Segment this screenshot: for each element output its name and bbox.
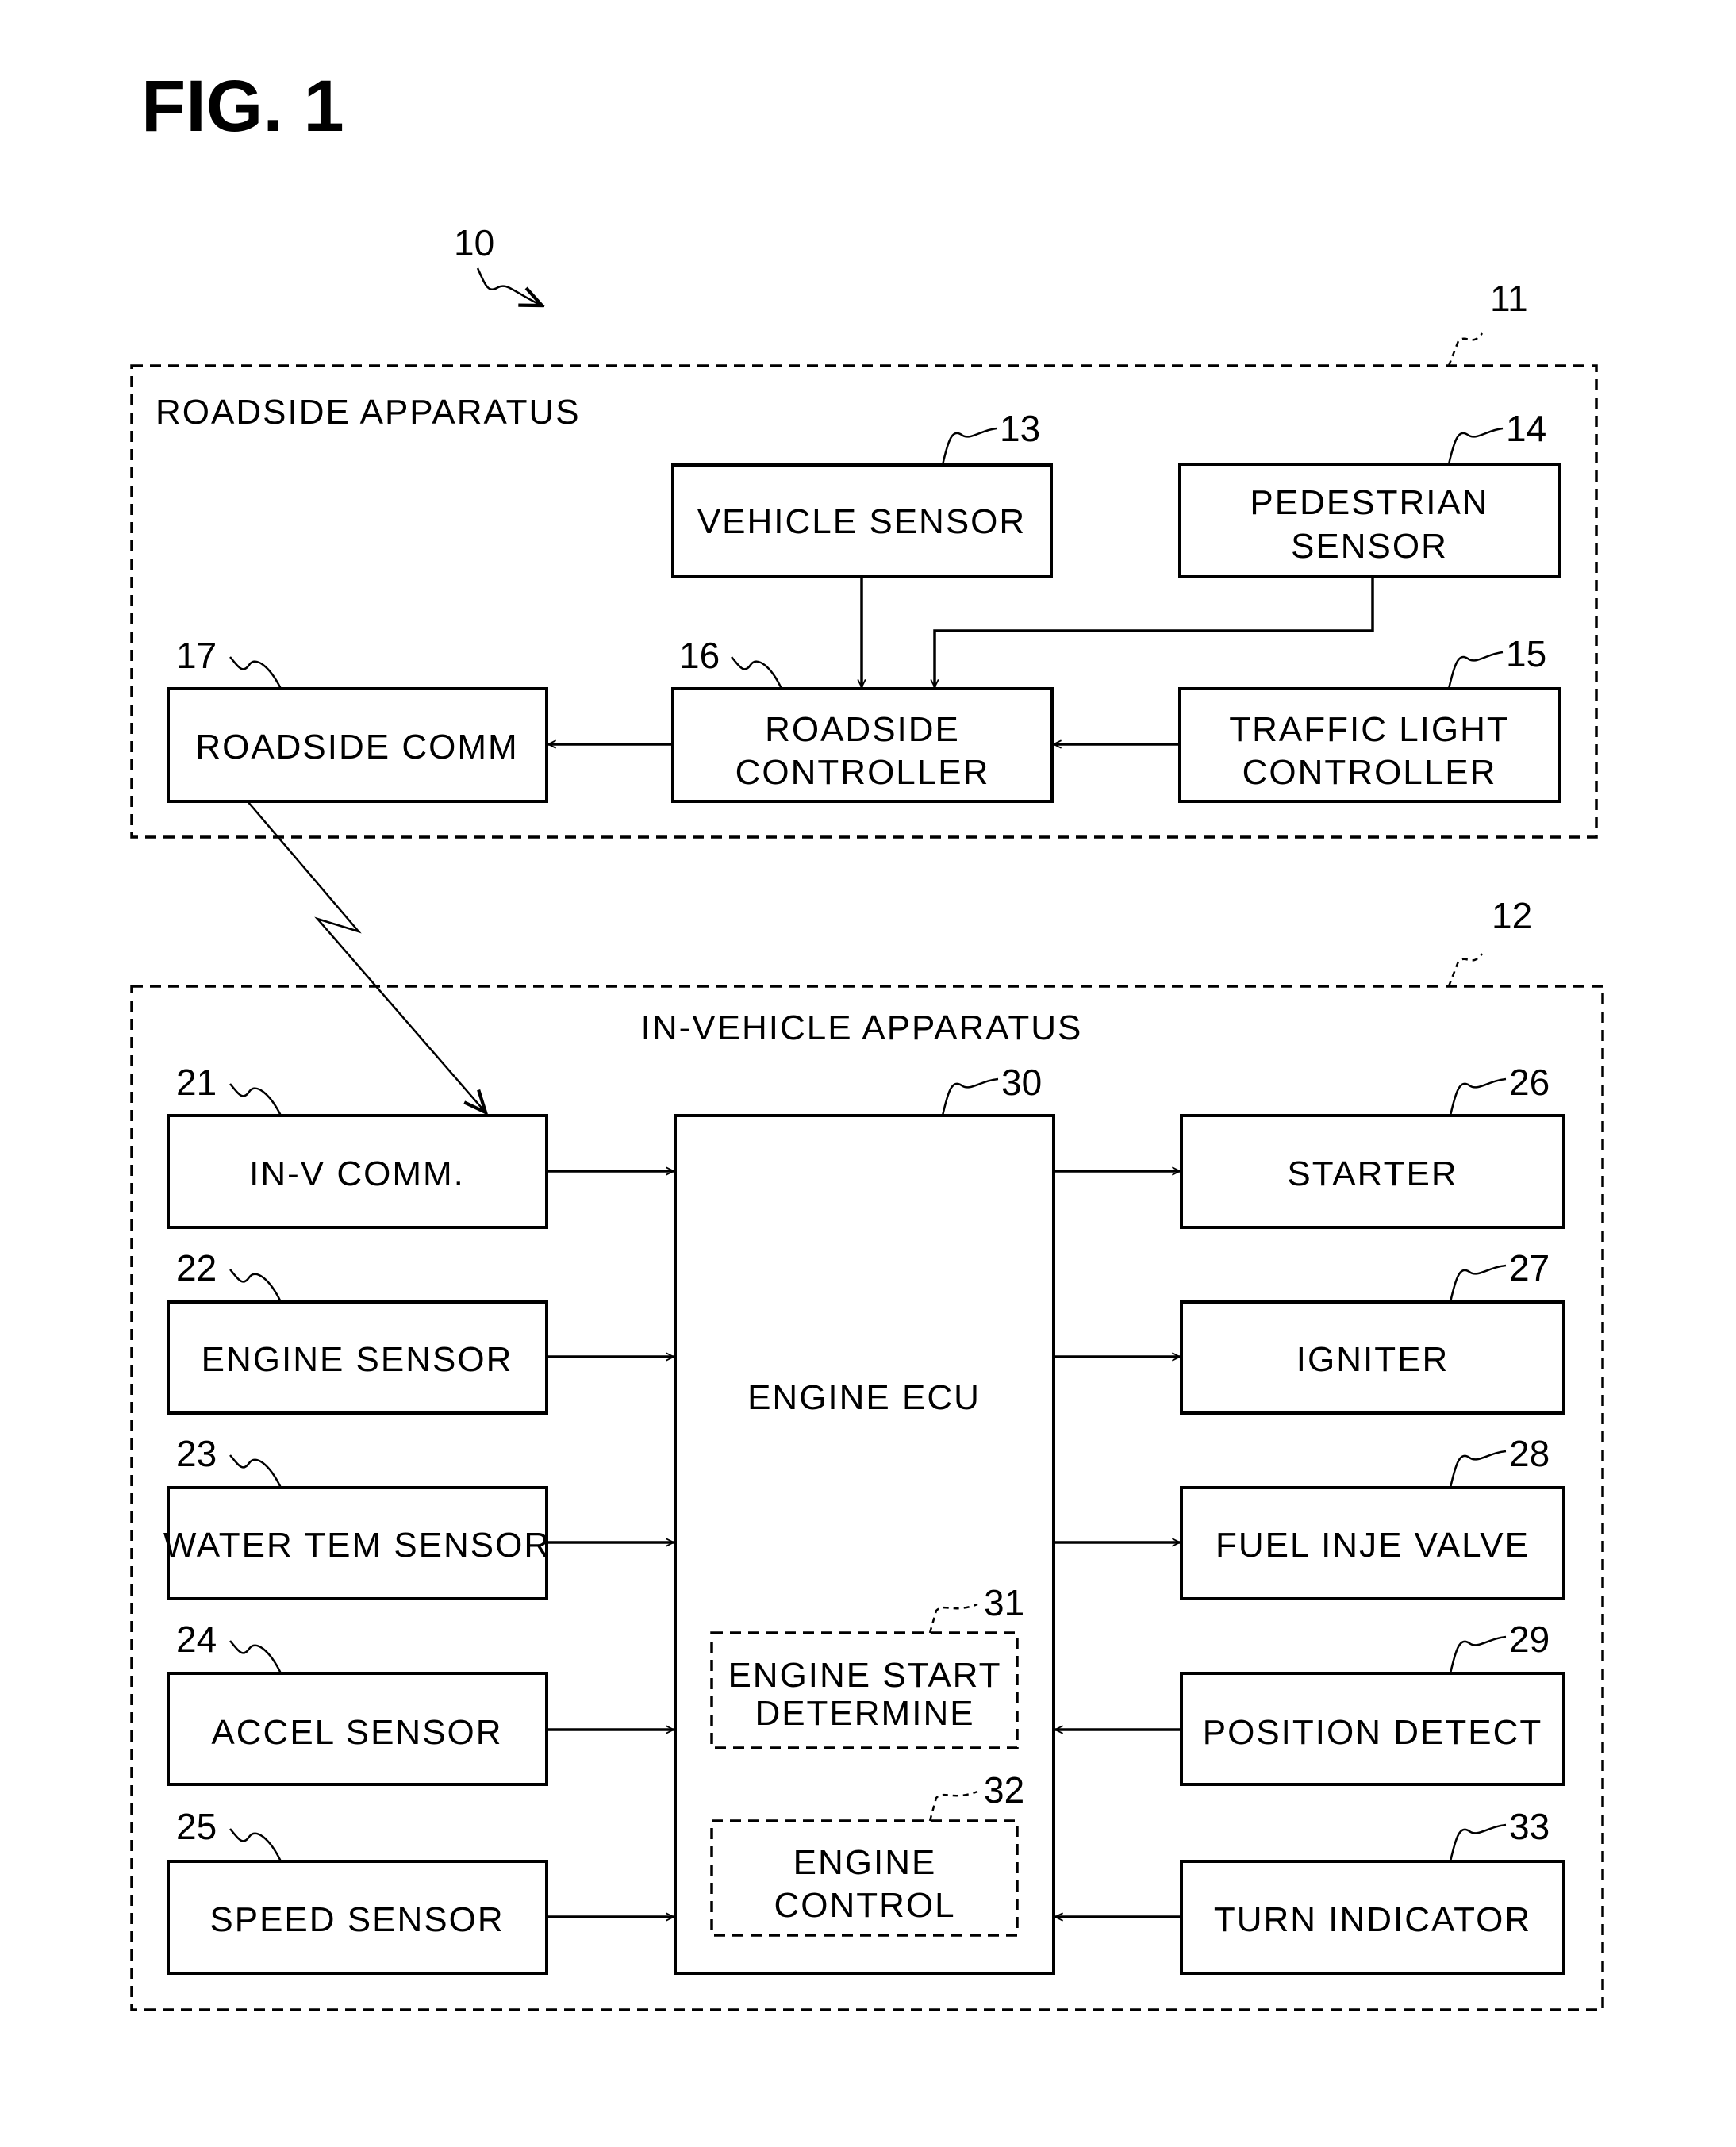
ref-number: 29 bbox=[1509, 1619, 1550, 1660]
block-label: IN-V COMM. bbox=[249, 1154, 465, 1193]
leader-line bbox=[229, 656, 282, 689]
roadside-comm-block[interactable]: ROADSIDE COMM 17 bbox=[167, 635, 548, 803]
system-reference: 10 bbox=[454, 222, 542, 305]
output-block-starter[interactable]: STARTER 26 bbox=[1054, 1062, 1565, 1229]
leader-line bbox=[1449, 1635, 1507, 1674]
ref-number: 22 bbox=[176, 1247, 217, 1289]
traffic-light-controller-block[interactable]: TRAFFIC LIGHT CONTROLLER 15 bbox=[1178, 633, 1561, 803]
ref-number: 21 bbox=[176, 1062, 217, 1103]
ref-number: 13 bbox=[1000, 408, 1040, 449]
ref-number: 33 bbox=[1509, 1806, 1550, 1847]
leader-line bbox=[229, 1640, 282, 1674]
ref-number: 14 bbox=[1506, 408, 1546, 449]
ref-number: 17 bbox=[176, 635, 217, 676]
leader-line bbox=[229, 1269, 282, 1303]
block-label: ROADSIDE COMM bbox=[195, 728, 518, 766]
input-block-water-temp-sensor[interactable]: WATER TEM SENSOR 23 bbox=[163, 1433, 674, 1600]
block-label: SPEED SENSOR bbox=[209, 1900, 504, 1939]
vehicle-sensor-block[interactable]: VEHICLE SENSOR 13 bbox=[671, 408, 1053, 578]
ref-number: 32 bbox=[984, 1769, 1024, 1811]
leader-line bbox=[1447, 953, 1484, 987]
input-block-engine-sensor[interactable]: ENGINE SENSOR 22 bbox=[167, 1247, 674, 1415]
block-label: CONTROLLER bbox=[1242, 753, 1497, 792]
leader-line bbox=[1449, 1264, 1507, 1303]
leader-line bbox=[941, 1077, 999, 1116]
block-label: STARTER bbox=[1287, 1154, 1458, 1193]
input-block-in-v-comm[interactable]: IN-V COMM. 21 bbox=[167, 1062, 674, 1229]
in-vehicle-apparatus-group: IN-VEHICLE APPARATUS 12 IN-V COMM. 21 EN… bbox=[130, 895, 1604, 2011]
input-block-position-detect[interactable]: POSITION DETECT 29 bbox=[1055, 1619, 1565, 1786]
leader-line bbox=[1447, 427, 1504, 465]
in-vehicle-apparatus-title: IN-VEHICLE APPARATUS bbox=[641, 1008, 1083, 1047]
block-label: SENSOR bbox=[1291, 527, 1448, 566]
pedestrian-sensor-block[interactable]: PEDESTRIAN SENSOR 14 bbox=[1178, 408, 1561, 578]
block-label: FUEL INJE VALVE bbox=[1216, 1526, 1530, 1565]
block-label: VEHICLE SENSOR bbox=[697, 502, 1026, 541]
leader-arrow-icon bbox=[476, 267, 542, 305]
block-label: TURN INDICATOR bbox=[1214, 1900, 1531, 1939]
roadside-apparatus-title: ROADSIDE APPARATUS bbox=[156, 393, 581, 432]
leader-line bbox=[1449, 1823, 1507, 1862]
leader-line bbox=[229, 1083, 282, 1116]
block-label: IGNITER bbox=[1296, 1340, 1449, 1379]
ref-number: 12 bbox=[1492, 895, 1532, 936]
block-label: POSITION DETECT bbox=[1203, 1713, 1542, 1752]
block-label: ROADSIDE bbox=[765, 710, 960, 749]
block-label: TRAFFIC LIGHT bbox=[1229, 710, 1510, 749]
block-label: ENGINE SENSOR bbox=[202, 1340, 513, 1379]
ref-number: 15 bbox=[1506, 633, 1546, 674]
ref-number: 23 bbox=[176, 1433, 217, 1474]
leader-line bbox=[941, 427, 997, 466]
leader-line bbox=[229, 1828, 282, 1862]
leader-line bbox=[229, 1454, 282, 1488]
block-label: WATER TEM SENSOR bbox=[163, 1526, 551, 1565]
ref-number: 24 bbox=[176, 1619, 217, 1660]
output-block-fuel-injection-valve[interactable]: FUEL INJE VALVE 28 bbox=[1054, 1433, 1565, 1600]
roadside-apparatus-group: ROADSIDE APPARATUS 11 VEHICLE SENSOR 13 … bbox=[130, 278, 1598, 839]
ref-number: 28 bbox=[1509, 1433, 1550, 1474]
block-label: ENGINE ECU bbox=[747, 1378, 981, 1417]
leader-line bbox=[1447, 651, 1504, 689]
input-block-turn-indicator[interactable]: TURN INDICATOR 33 bbox=[1055, 1806, 1565, 1975]
module-label: DETERMINE bbox=[755, 1694, 974, 1733]
input-block-accel-sensor[interactable]: ACCEL SENSOR 24 bbox=[167, 1619, 674, 1786]
block-label: CONTROLLER bbox=[735, 753, 990, 792]
ref-number: 25 bbox=[176, 1806, 217, 1847]
leader-line bbox=[1447, 332, 1484, 367]
block-diagram: FIG. 1 10 ROADSIDE APPARATUS 11 VEHICLE … bbox=[130, 66, 1604, 2011]
connector-pedestrian-to-controller bbox=[935, 577, 1374, 687]
figure-title: FIG. 1 bbox=[141, 66, 344, 147]
engine-ecu-block[interactable]: ENGINE ECU 30 ENGINE START DETERMINE 31 … bbox=[674, 1062, 1055, 1975]
block-label: PEDESTRIAN bbox=[1250, 483, 1488, 522]
module-label: ENGINE bbox=[793, 1843, 937, 1882]
ref-number: 10 bbox=[454, 222, 494, 263]
ref-number: 11 bbox=[1490, 278, 1528, 319]
block-label: ACCEL SENSOR bbox=[211, 1713, 502, 1752]
leader-line bbox=[1449, 1077, 1507, 1116]
module-label: ENGINE START bbox=[728, 1656, 1001, 1695]
ref-number: 30 bbox=[1001, 1062, 1042, 1103]
ref-number: 27 bbox=[1509, 1247, 1550, 1289]
module-label: CONTROL bbox=[774, 1886, 955, 1925]
wireless-link-icon bbox=[247, 801, 486, 1112]
leader-line bbox=[1449, 1450, 1507, 1488]
leader-line bbox=[731, 656, 783, 689]
ref-number: 16 bbox=[679, 635, 720, 676]
ref-number: 31 bbox=[984, 1582, 1024, 1623]
input-block-speed-sensor[interactable]: SPEED SENSOR 25 bbox=[167, 1806, 674, 1975]
output-block-igniter[interactable]: IGNITER 27 bbox=[1054, 1247, 1565, 1415]
ref-number: 26 bbox=[1509, 1062, 1550, 1103]
